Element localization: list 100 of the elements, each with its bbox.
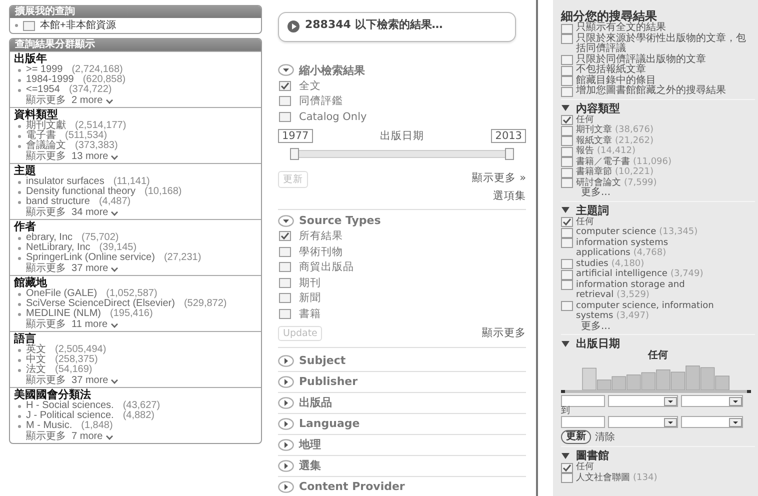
checkbox-label[interactable]: 報告 (14,412) — [576, 146, 636, 156]
facet-title[interactable]: 圖書館 — [576, 448, 609, 463]
collapse-icon[interactable] — [561, 104, 570, 112]
facet-link[interactable]: ebrary, Inc — [26, 233, 72, 243]
checkbox-label[interactable]: 不包括報紙文章 — [576, 65, 646, 76]
checkbox-label[interactable]: 書籍 — [299, 306, 321, 321]
more-link[interactable]: 更多... — [561, 188, 755, 198]
show-more-link[interactable]: 顯示更多 7 more — [14, 432, 113, 442]
facet-link[interactable]: <=1954 — [26, 85, 60, 95]
section-title[interactable]: 出版品 — [299, 395, 332, 410]
expand-icon[interactable] — [278, 480, 294, 492]
checkbox[interactable] — [279, 246, 291, 257]
update-button[interactable]: 更新 — [561, 430, 591, 444]
facet-link[interactable]: 電子書 — [26, 131, 56, 141]
checkbox-label[interactable]: studies (4,180) — [576, 258, 644, 269]
show-more-link[interactable]: 顯示更多 37 more — [14, 264, 118, 274]
show-more-link[interactable]: 顯示更多 13 more — [14, 152, 118, 162]
collapse-icon[interactable] — [561, 206, 570, 214]
checkbox[interactable] — [23, 20, 35, 30]
checkbox-label[interactable]: 期刊 — [299, 276, 321, 290]
month-select[interactable] — [608, 416, 678, 428]
checkbox-label[interactable]: 所有結果 — [299, 229, 343, 244]
checkbox-label[interactable]: information storage and retrieval (3,529) — [576, 280, 755, 300]
section-title[interactable]: Subject — [299, 354, 346, 367]
checkbox-label[interactable]: 人文社會聯圖 (134) — [576, 472, 658, 483]
checkbox[interactable] — [561, 126, 573, 136]
checkbox-label[interactable]: 只顯示有全文的結果 — [576, 23, 666, 34]
show-more-link[interactable]: 顯示更多 11 more — [14, 320, 118, 330]
facet-link[interactable]: 會議論文 — [26, 141, 66, 151]
facet-link[interactable]: SpringerLink (Online service) — [26, 253, 155, 263]
checkbox[interactable] — [561, 168, 573, 178]
checkbox[interactable] — [279, 293, 291, 304]
facet-title[interactable]: 出版日期 — [576, 336, 620, 351]
year-field[interactable]: 1977 — [278, 128, 313, 142]
facet-title[interactable]: 內容類型 — [576, 100, 620, 116]
facet-link[interactable]: 法文 — [26, 365, 46, 375]
checkbox[interactable] — [561, 34, 573, 44]
checkbox-label[interactable]: 任何 — [576, 216, 594, 227]
checkbox[interactable] — [561, 55, 573, 65]
facet-link[interactable]: NetLibrary, Inc — [26, 243, 90, 253]
checkbox[interactable] — [561, 136, 573, 146]
checkbox[interactable] — [561, 24, 573, 34]
facet-link[interactable]: MEDLINE (NLM) — [26, 309, 102, 319]
checkbox-label[interactable]: 書籍／電子書 (11,096) — [576, 156, 672, 167]
facet-link[interactable]: 1984-1999 — [26, 75, 74, 85]
checkbox[interactable] — [279, 96, 291, 106]
facet-link[interactable]: OneFile (GALE) — [26, 289, 98, 299]
option-link[interactable]: 顯示更多 — [482, 326, 526, 340]
checkbox-label[interactable]: computer science (13,345) — [576, 227, 698, 238]
day-field[interactable] — [561, 395, 605, 407]
expand-icon[interactable] — [278, 418, 294, 430]
expand-icon[interactable] — [278, 460, 294, 472]
slider-handle[interactable] — [290, 148, 299, 160]
collapse-icon[interactable] — [278, 64, 294, 76]
checkbox[interactable] — [279, 308, 291, 319]
facet-link[interactable]: 英文 — [26, 345, 46, 355]
show-more-link[interactable]: 顯示更多 2 more — [14, 96, 113, 106]
facet-link[interactable]: SciVerse ScienceDirect (Elsevier) — [26, 299, 175, 309]
checkbox[interactable] — [561, 115, 573, 125]
checkbox-label[interactable]: 商貿出版品 — [299, 260, 354, 274]
checkbox[interactable] — [279, 80, 291, 91]
option-link[interactable]: 選項集 — [493, 188, 526, 202]
expand-icon[interactable] — [278, 376, 294, 388]
section-title[interactable]: Publisher — [299, 375, 358, 388]
expand-icon[interactable] — [278, 396, 294, 408]
checkbox[interactable] — [279, 231, 291, 242]
checkbox-label[interactable]: 同儕評鑑 — [299, 94, 343, 108]
section-title[interactable]: 縮小檢索結果 — [299, 62, 365, 78]
checkbox-label[interactable]: 全文 — [299, 78, 321, 93]
checkbox[interactable] — [561, 259, 573, 269]
checkbox[interactable] — [279, 112, 291, 122]
checkbox[interactable] — [561, 462, 573, 472]
collapse-icon[interactable] — [278, 214, 294, 226]
section-title[interactable]: Content Provider — [299, 480, 405, 493]
checkbox-label[interactable]: 新聞 — [299, 291, 321, 306]
checkbox[interactable] — [561, 280, 573, 290]
section-title[interactable]: 選集 — [299, 458, 321, 473]
year-select[interactable] — [681, 416, 743, 428]
facet-link[interactable]: M - Music. — [26, 421, 72, 431]
checkbox[interactable] — [279, 262, 291, 272]
day-field[interactable] — [561, 416, 605, 428]
checkbox[interactable] — [561, 76, 573, 86]
checkbox-label[interactable]: 任何 — [576, 462, 594, 472]
checkbox-label[interactable]: 本館+非本館資源 — [40, 20, 116, 31]
facet-link[interactable]: band structure — [26, 197, 90, 207]
checkbox[interactable] — [561, 238, 573, 248]
facet-link[interactable]: Density functional theory — [26, 187, 136, 197]
expand-icon[interactable] — [278, 438, 294, 450]
checkbox-label[interactable]: 只限於同儕評議出版物的文章 — [576, 54, 706, 65]
checkbox-label[interactable]: information systems applications (4,768) — [576, 238, 755, 258]
checkbox-label[interactable]: 期刊文章 (38,676) — [576, 125, 654, 136]
checkbox-label[interactable]: 任何 — [576, 114, 594, 125]
checkbox[interactable] — [561, 270, 573, 280]
checkbox-label[interactable]: Catalog Only — [299, 110, 367, 123]
facet-link[interactable]: insulator surfaces — [26, 177, 104, 187]
checkbox[interactable] — [561, 473, 573, 483]
checkbox-label[interactable]: 學術刊物 — [299, 244, 343, 259]
checkbox[interactable] — [561, 86, 573, 96]
clear-link[interactable]: 清除 — [595, 430, 615, 444]
expand-icon[interactable] — [278, 354, 294, 366]
